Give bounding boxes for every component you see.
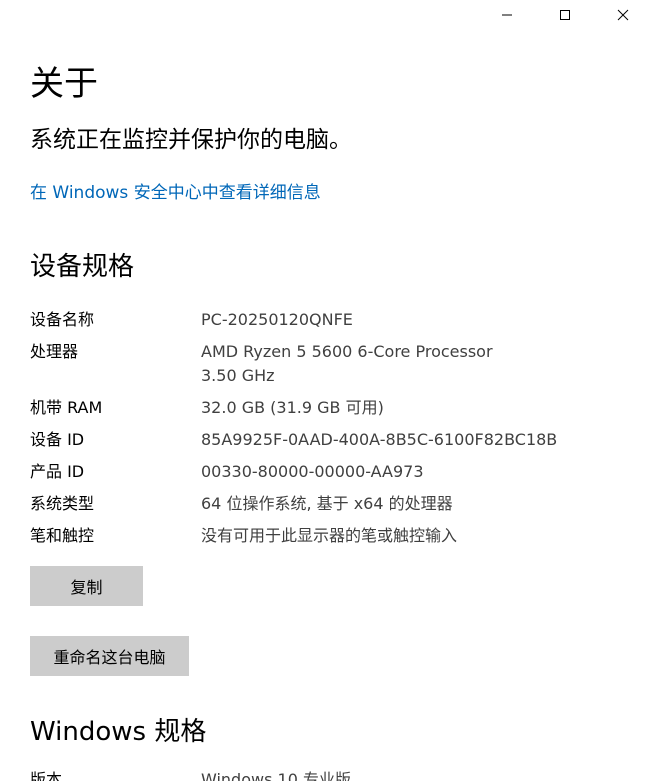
spec-row-device-id: 设备 ID 85A9925F-0AAD-400A-8B5C-6100F82BC1… <box>30 428 630 452</box>
spec-row-ram: 机带 RAM 32.0 GB (31.9 GB 可用) <box>30 396 630 420</box>
titlebar-controls <box>478 0 652 30</box>
windows-specs-heading: Windows 规格 <box>30 717 207 747</box>
spec-row-product-id: 产品 ID 00330-80000-00000-AA973 <box>30 460 630 484</box>
spec-label: 版本 <box>30 770 63 781</box>
spec-value[interactable]: 00330-80000-00000-AA973 <box>201 460 424 484</box>
spec-value[interactable]: 64 位操作系统, 基于 x64 的处理器 <box>201 492 453 516</box>
spec-value[interactable]: 32.0 GB (31.9 GB 可用) <box>201 396 384 420</box>
about-window: 关于 系统正在监控并保护你的电脑。 在 Windows 安全中心中查看详细信息 … <box>0 0 652 781</box>
spec-label: 设备名称 <box>30 310 95 329</box>
processor-speed: 3.50 GHz <box>201 366 275 385</box>
copy-button[interactable]: 复制 <box>30 566 143 606</box>
spec-row-system-type: 系统类型 64 位操作系统, 基于 x64 的处理器 <box>30 492 630 516</box>
maximize-button[interactable] <box>536 0 594 30</box>
minimize-icon <box>501 9 513 21</box>
rename-pc-button[interactable]: 重命名这台电脑 <box>30 636 189 676</box>
maximize-icon <box>559 9 571 21</box>
spec-row-processor: 处理器 AMD Ryzen 5 5600 6-Core Processor 3.… <box>30 340 630 388</box>
security-details-link[interactable]: 在 Windows 安全中心中查看详细信息 <box>30 180 321 206</box>
spec-label: 产品 ID <box>30 462 85 481</box>
minimize-button[interactable] <box>478 0 536 30</box>
spec-row-edition: 版本 Windows 10 专业版 <box>30 768 630 781</box>
windows-specs-list: 版本 Windows 10 专业版 <box>30 768 630 781</box>
spec-label: 系统类型 <box>30 494 95 513</box>
spec-value[interactable]: PC-20250120QNFE <box>201 308 353 332</box>
spec-label: 笔和触控 <box>30 526 95 545</box>
spec-value[interactable]: 85A9925F-0AAD-400A-8B5C-6100F82BC18B <box>201 428 557 452</box>
spec-label: 设备 ID <box>30 430 85 449</box>
security-status-text: 系统正在监控并保护你的电脑。 <box>30 127 352 153</box>
close-button[interactable] <box>594 0 652 30</box>
spec-row-device-name: 设备名称 PC-20250120QNFE <box>30 308 630 332</box>
spec-label: 处理器 <box>30 342 79 361</box>
close-icon <box>617 9 629 21</box>
processor-name: AMD Ryzen 5 5600 6-Core Processor <box>201 342 493 361</box>
device-specs-list: 设备名称 PC-20250120QNFE 处理器 AMD Ryzen 5 560… <box>30 308 630 556</box>
spec-value[interactable]: AMD Ryzen 5 5600 6-Core Processor 3.50 G… <box>201 340 493 388</box>
spec-value[interactable]: Windows 10 专业版 <box>201 768 351 781</box>
page-title: 关于 <box>30 64 98 104</box>
spec-row-pen-touch: 笔和触控 没有可用于此显示器的笔或触控输入 <box>30 524 630 548</box>
spec-value[interactable]: 没有可用于此显示器的笔或触控输入 <box>201 524 457 548</box>
device-specs-heading: 设备规格 <box>30 252 135 282</box>
spec-label: 机带 RAM <box>30 398 103 417</box>
